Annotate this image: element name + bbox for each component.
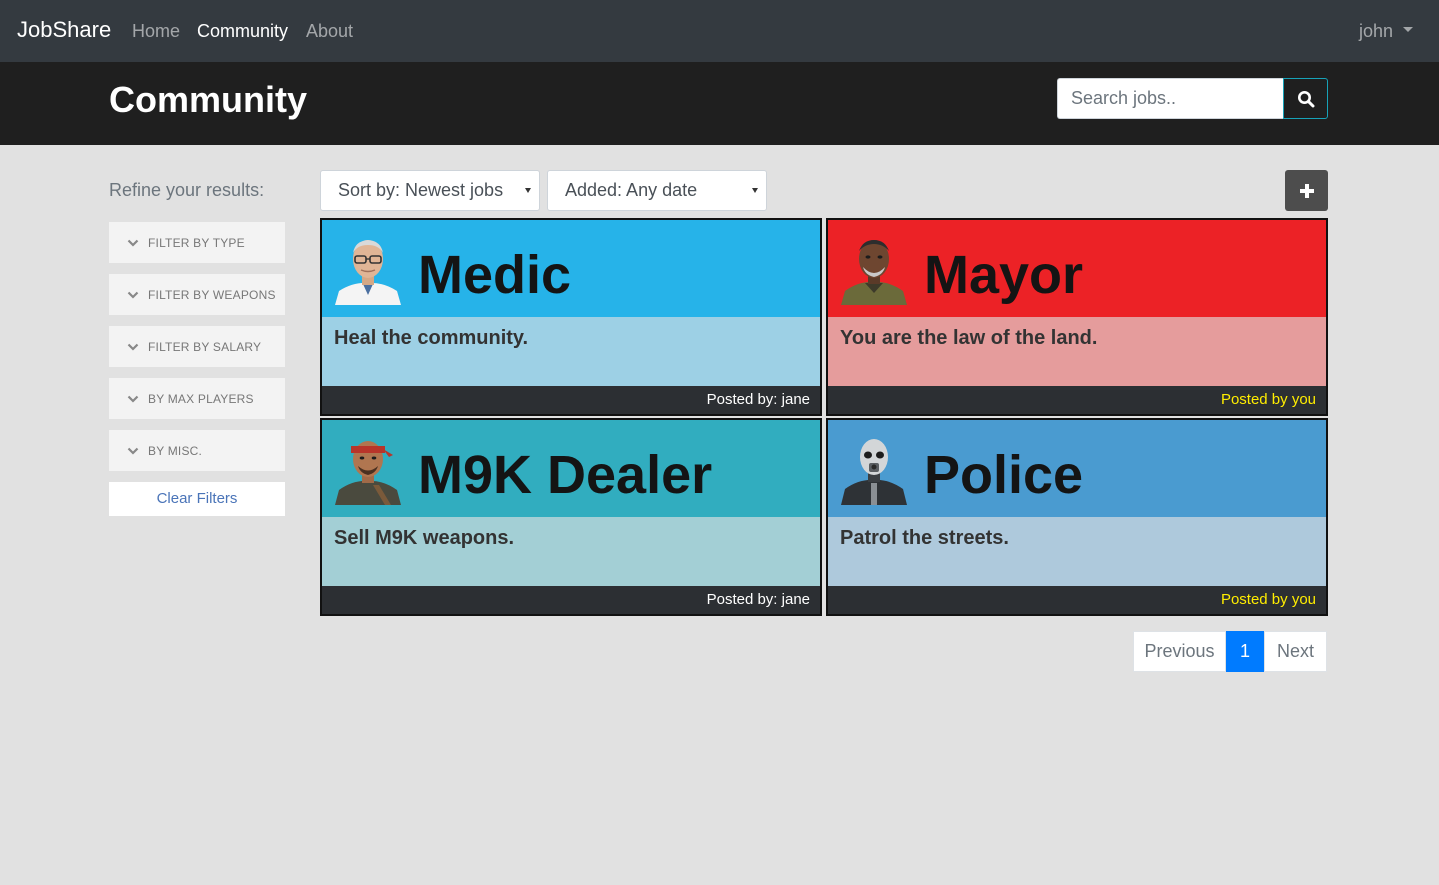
filter-by-misc-button[interactable]: BY MISC.: [109, 430, 285, 471]
job-card-mayor[interactable]: Mayor You are the law of the land. Poste…: [826, 218, 1328, 416]
filter-label: BY MISC.: [148, 443, 203, 458]
card-footer: Posted by: jane: [322, 386, 820, 414]
nav-link-home[interactable]: Home: [132, 21, 180, 42]
user-dropdown[interactable]: john: [1359, 21, 1413, 42]
chevron-down-icon: [127, 343, 139, 351]
filter-label: FILTER BY WEAPONS: [148, 287, 276, 302]
filter-by-weapons-button[interactable]: FILTER BY WEAPONS: [109, 274, 285, 315]
pagination-page-1[interactable]: 1: [1226, 631, 1264, 672]
card-header: M9K Dealer: [322, 420, 820, 517]
search-button[interactable]: [1283, 78, 1328, 119]
chevron-down-icon: [127, 447, 139, 455]
job-title: M9K Dealer: [418, 445, 713, 505]
job-title: Police: [924, 445, 1084, 505]
sort-select[interactable]: Sort by: Newest jobs: [320, 170, 540, 211]
card-footer: Posted by you: [828, 586, 1326, 614]
date-select[interactable]: Added: Any date: [547, 170, 767, 211]
job-description: You are the law of the land.: [840, 327, 1098, 349]
mayor-avatar: [839, 235, 909, 305]
card-header: Mayor: [828, 220, 1326, 317]
card-body: Sell M9K weapons.: [322, 517, 820, 586]
card-body: Heal the community.: [322, 317, 820, 386]
refine-label: Refine your results:: [109, 180, 265, 200]
job-title: Medic: [418, 245, 572, 305]
card-header: Police: [828, 420, 1326, 517]
chevron-down-icon: [127, 239, 139, 247]
caret-down-icon: [752, 188, 758, 193]
plus-icon: [1299, 183, 1314, 198]
filter-label: BY MAX PLAYERS: [148, 391, 254, 406]
pagination: Previous 1 Next: [1133, 631, 1327, 672]
chevron-down-icon: [127, 291, 139, 299]
brand-logo[interactable]: JobShare: [17, 17, 111, 43]
filter-by-type-button[interactable]: FILTER BY TYPE: [109, 222, 285, 263]
nav-link-about[interactable]: About: [306, 21, 353, 42]
posted-by-label: Posted by you: [1220, 391, 1316, 408]
user-name: john: [1358, 21, 1393, 41]
top-navbar: JobShare Home Community About john: [0, 0, 1439, 62]
job-title: Mayor: [924, 245, 1084, 305]
job-card-m9k-dealer[interactable]: M9K Dealer Sell M9K weapons. Posted by: …: [320, 418, 822, 616]
filter-label: FILTER BY TYPE: [148, 235, 245, 250]
card-footer: Posted by you: [828, 386, 1326, 414]
card-body: You are the law of the land.: [828, 317, 1326, 386]
caret-down-icon: [1403, 26, 1413, 32]
caret-down-icon: [525, 188, 531, 193]
filter-label: FILTER BY SALARY: [148, 339, 262, 354]
job-description: Patrol the streets.: [840, 527, 1009, 549]
job-card-police[interactable]: Police Patrol the streets. Posted by you: [826, 418, 1328, 616]
job-description: Heal the community.: [334, 327, 529, 349]
page-title: Community: [109, 79, 307, 120]
nav-link-community[interactable]: Community: [197, 21, 288, 42]
add-job-button[interactable]: [1285, 170, 1328, 211]
filter-by-salary-button[interactable]: FILTER BY SALARY: [109, 326, 285, 367]
card-body: Patrol the streets.: [828, 517, 1326, 586]
posted-by-label: Posted by: jane: [706, 591, 810, 608]
job-description: Sell M9K weapons.: [334, 527, 515, 549]
chevron-down-icon: [127, 395, 139, 403]
police-avatar: [839, 435, 909, 505]
job-card-medic[interactable]: Medic Heal the community. Posted by: jan…: [320, 218, 822, 416]
clear-filters-button[interactable]: Clear Filters: [109, 482, 285, 516]
search-icon: [1297, 90, 1314, 107]
sort-select-value: Sort by: Newest jobs: [338, 180, 504, 200]
dealer-avatar: [333, 435, 403, 505]
posted-by-label: Posted by: jane: [706, 391, 810, 408]
page-header: Community: [0, 62, 1439, 145]
pagination-next-button[interactable]: Next: [1264, 631, 1327, 672]
medic-avatar: [333, 235, 403, 305]
posted-by-label: Posted by you: [1220, 591, 1316, 608]
card-footer: Posted by: jane: [322, 586, 820, 614]
pagination-previous-button[interactable]: Previous: [1133, 631, 1226, 672]
filter-by-max-players-button[interactable]: BY MAX PLAYERS: [109, 378, 285, 419]
card-header: Medic: [322, 220, 820, 317]
date-select-value: Added: Any date: [565, 180, 698, 200]
search-input[interactable]: [1057, 78, 1283, 119]
